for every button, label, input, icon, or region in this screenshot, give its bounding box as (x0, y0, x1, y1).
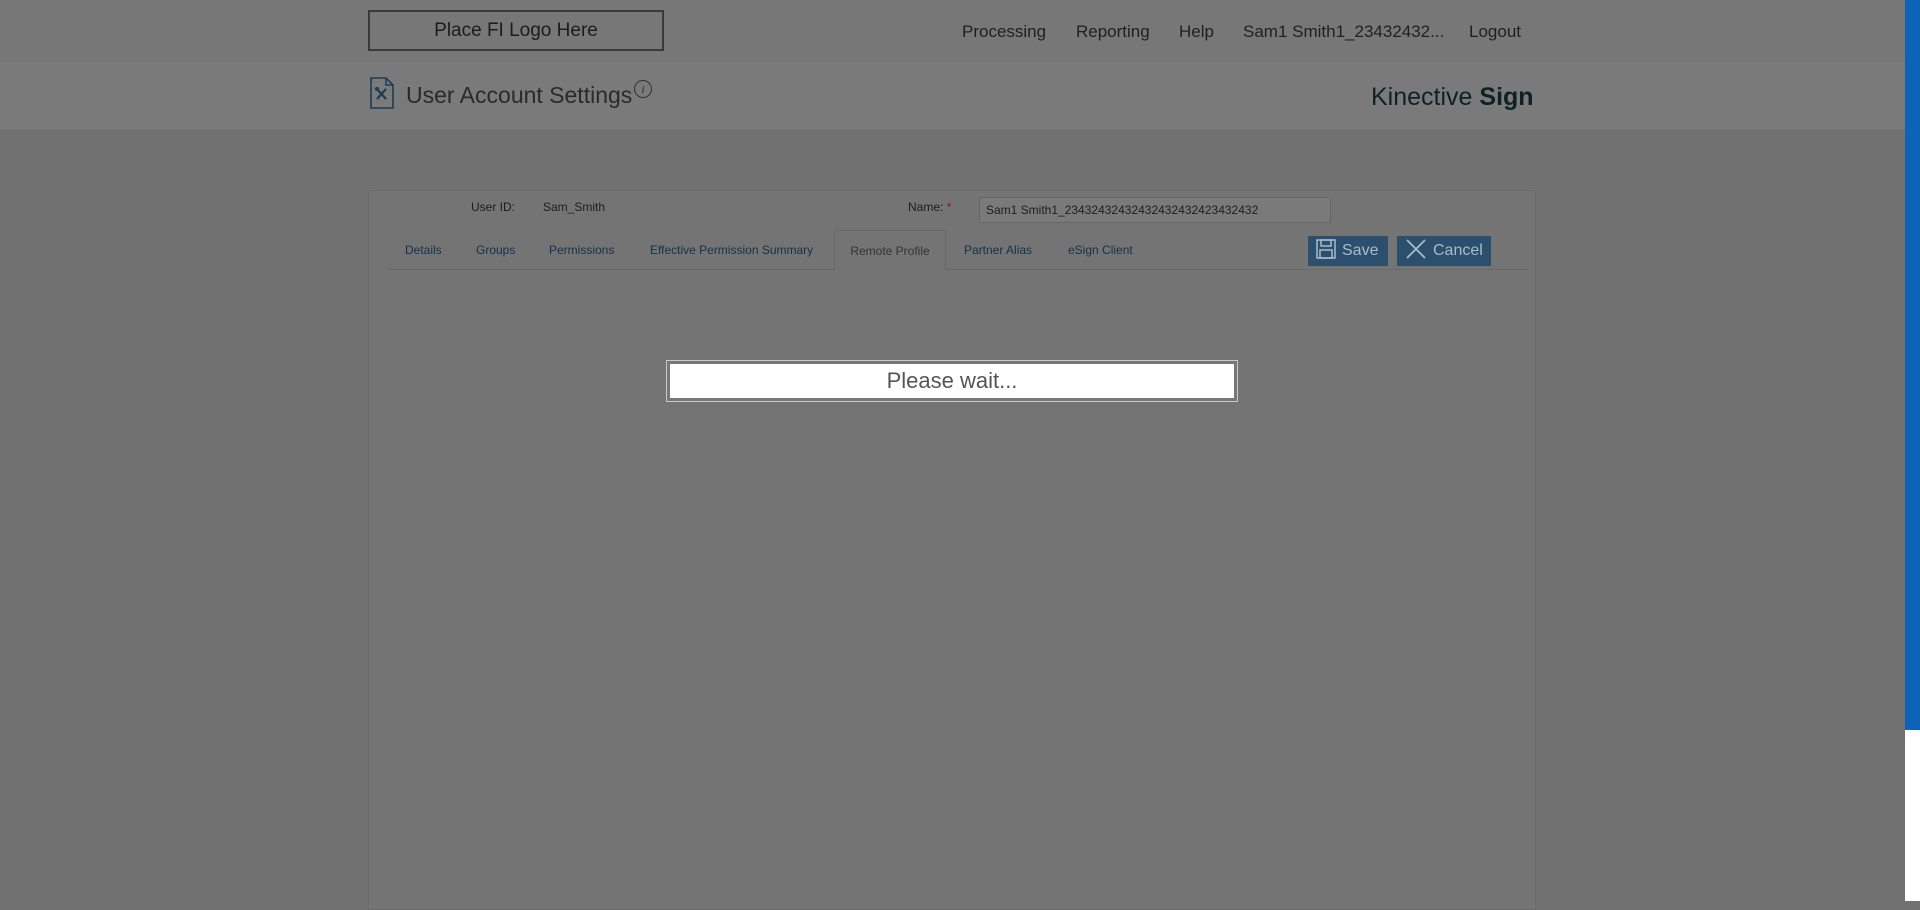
nav-processing[interactable]: Processing (962, 22, 1046, 46)
tab-esign-client[interactable]: eSign Client (1068, 243, 1133, 257)
scrollbar-thumb[interactable] (1905, 0, 1920, 730)
nav-help[interactable]: Help (1179, 22, 1214, 46)
brand-wordmark: Kinective Sign (1371, 83, 1534, 112)
name-label: Name: * (908, 200, 951, 214)
tab-remote-profile[interactable]: Remote Profile (834, 230, 946, 270)
tab-details[interactable]: Details (405, 243, 442, 257)
tab-permissions[interactable]: Permissions (549, 243, 614, 257)
save-button[interactable]: Save (1308, 236, 1388, 266)
user-settings-panel (368, 190, 1536, 910)
cancel-button[interactable]: Cancel (1397, 236, 1491, 266)
required-marker: * (946, 200, 952, 214)
page-title: User Account Settings (406, 82, 633, 108)
nav-user-menu[interactable]: Sam1 Smith1_23432432... (1243, 22, 1444, 46)
logo-placeholder[interactable]: Place FI Logo Here (368, 10, 664, 51)
brand-bold: Sign (1479, 83, 1534, 111)
name-field[interactable]: Sam1 Smith1_2343243243243243243242343243… (979, 197, 1331, 223)
loading-dialog: Please wait... (666, 360, 1238, 402)
save-disk-icon (1308, 238, 1342, 264)
page-title-bar (0, 62, 1905, 131)
top-header (0, 0, 1905, 62)
nav-reporting[interactable]: Reporting (1076, 22, 1150, 46)
save-button-label: Save (1342, 242, 1379, 259)
cancel-button-label: Cancel (1433, 242, 1483, 259)
name-label-text: Name: (908, 200, 944, 214)
document-settings-icon (369, 77, 395, 109)
tab-groups[interactable]: Groups (476, 243, 515, 257)
tab-effective-permission-summary[interactable]: Effective Permission Summary (650, 243, 813, 257)
tabs-divider (387, 269, 1528, 270)
nav-logout[interactable]: Logout (1469, 22, 1521, 46)
close-x-icon (1397, 238, 1433, 265)
user-id-value: Sam_Smith (543, 200, 606, 214)
tab-partner-alias[interactable]: Partner Alias (964, 243, 1032, 257)
info-icon[interactable]: i (634, 80, 652, 98)
user-id-label: User ID: (471, 200, 516, 214)
brand-light: Kinective (1371, 83, 1480, 111)
